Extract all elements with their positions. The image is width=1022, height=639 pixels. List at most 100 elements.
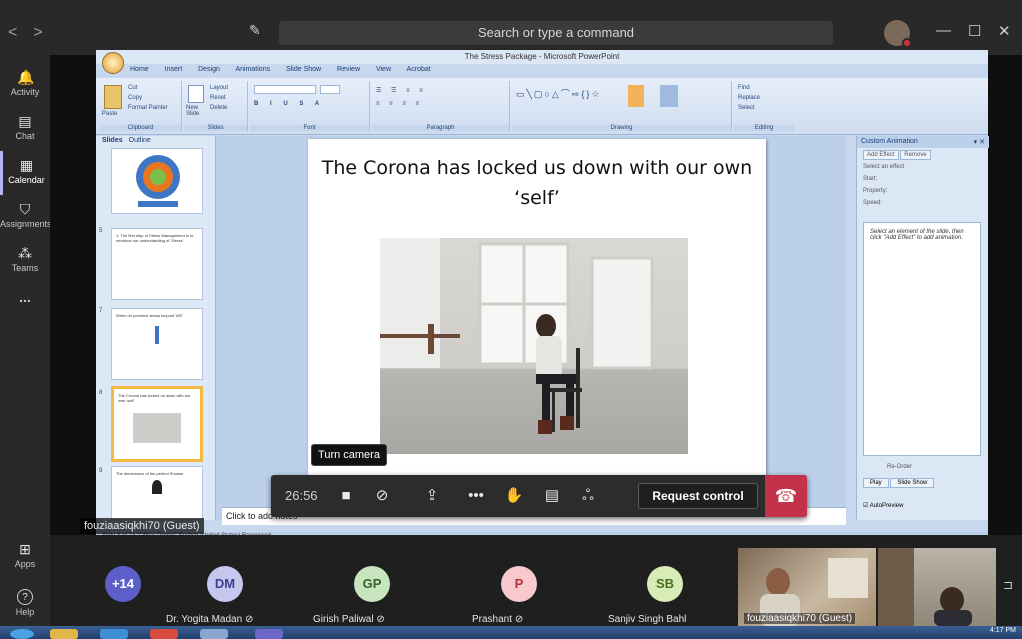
close-pane-icon[interactable]: ▾ ✕ [974, 138, 985, 146]
property-label: Property: [863, 188, 888, 194]
align-icons[interactable]: ≡ ≡ ≡ ≡ [376, 101, 423, 107]
rail-label: Assignments [0, 219, 52, 229]
tab-slides[interactable]: Slides [102, 137, 123, 144]
participant-avatar[interactable]: P [501, 566, 537, 602]
app-taskbar-icon[interactable] [200, 629, 228, 639]
slide-number: 7 [99, 308, 103, 314]
tab-outline[interactable]: Outline [129, 137, 151, 144]
chat-icon[interactable]: ▤ [541, 485, 563, 507]
explorer-taskbar-icon[interactable] [50, 629, 78, 639]
back-button[interactable]: < [8, 24, 33, 41]
tab-review[interactable]: Review [337, 66, 360, 73]
close-button[interactable]: ✕ [998, 22, 1011, 40]
maximize-button[interactable]: ☐ [968, 22, 981, 40]
format-painter-button[interactable]: Format Painter [128, 105, 168, 111]
slide-title[interactable]: The Corona has locked us down with our o… [318, 153, 756, 213]
hang-up-button[interactable]: ☎ [765, 475, 807, 517]
quick-styles-icon[interactable] [660, 85, 678, 107]
participant-avatar[interactable]: SB [647, 566, 683, 602]
rail-item-calendar[interactable]: ▦ Calendar [0, 151, 50, 195]
rail-item-activity[interactable]: 🔔 Activity [0, 63, 50, 107]
autopreview-checkbox[interactable]: ☑ AutoPreview [863, 502, 903, 509]
chrome-taskbar-icon[interactable] [150, 629, 178, 639]
slide-thumbnail[interactable]: 1. The first step of Stress Management i… [111, 228, 203, 300]
reorder-control[interactable]: Re-Order [887, 464, 912, 470]
tab-insert[interactable]: Insert [165, 66, 183, 73]
slides-pane-tabs: Slides Outline [102, 137, 151, 144]
paste-icon[interactable] [104, 85, 122, 109]
shapes-gallery[interactable]: ▭╲▢○△⌒⇨{}☆ [516, 87, 601, 100]
thumbnail-text: The Corona has locked us down with our o… [118, 393, 191, 403]
rail-item-help[interactable]: ? Help [0, 583, 50, 627]
new-slide-icon[interactable] [188, 85, 204, 103]
ie-taskbar-icon[interactable] [100, 629, 128, 639]
start-button-icon[interactable] [10, 629, 34, 639]
forward-button[interactable]: > [33, 24, 58, 41]
paragraph-icons[interactable]: ☰ ☰ ≡ ≡ [376, 87, 427, 94]
minimize-button[interactable]: — [936, 22, 951, 39]
remove-effect-button[interactable]: Remove [900, 150, 931, 160]
tab-view[interactable]: View [376, 66, 391, 73]
participant-name: Dr. Yogita Madan ⊘ [166, 614, 254, 625]
delete-button[interactable]: Delete [210, 105, 227, 111]
cut-button[interactable]: Cut [128, 85, 137, 91]
layout-button[interactable]: Layout [210, 85, 228, 91]
font-format-icons[interactable]: B I U S A [254, 101, 324, 107]
slide-thumbnail[interactable]: The dimensions of the perfect Shower [111, 466, 203, 520]
add-effect-button[interactable]: Add Effect [863, 150, 899, 160]
rail-item-apps[interactable]: ⊞ Apps [0, 535, 50, 579]
more-apps-button[interactable]: ... [0, 289, 50, 333]
slide-show-button[interactable]: Slide Show [890, 478, 935, 488]
font-name-box[interactable] [254, 85, 316, 94]
screen-share-side-icon[interactable]: ⊐ [1003, 578, 1013, 592]
select-button[interactable]: Select [738, 105, 755, 111]
slides-pane: Slides Outline 5 1. The first step of Str… [96, 136, 216, 520]
search-input[interactable]: Search or type a command [279, 21, 833, 45]
rail-item-assignments[interactable]: ⛉ Assignments [0, 195, 52, 239]
replace-button[interactable]: Replace [738, 95, 760, 101]
participant-video-tile[interactable] [878, 548, 996, 626]
presenter-name-tag: fouziaasiqkhi70 (Guest) [80, 518, 204, 534]
copy-button[interactable]: Copy [128, 95, 142, 101]
rail-item-teams[interactable]: ⁂ Teams [0, 239, 50, 283]
participant-avatar[interactable]: GP [354, 566, 390, 602]
user-avatar[interactable] [884, 20, 912, 48]
mic-muted-icon: ⊘ [514, 614, 524, 625]
status-dot-icon [902, 38, 912, 48]
teams-taskbar-icon[interactable] [255, 629, 283, 639]
slide-thumbnail[interactable] [111, 148, 203, 214]
slide-thumbnail-selected[interactable]: The Corona has locked us down with our o… [111, 386, 203, 462]
mic-muted-icon[interactable]: ⊘ [371, 485, 393, 507]
raise-hand-icon[interactable]: ✋ [503, 485, 525, 507]
find-button[interactable]: Find [738, 85, 750, 91]
rail-item-chat[interactable]: ▤ Chat [0, 107, 50, 151]
slide-thumbnail[interactable]: When do perceive stress beyond 'ME' [111, 308, 203, 380]
font-size-box[interactable] [320, 85, 340, 94]
new-slide-button[interactable]: New Slide [186, 105, 210, 117]
tab-acrobat[interactable]: Acrobat [407, 66, 431, 73]
request-control-button[interactable]: Request control [638, 483, 758, 509]
tab-home[interactable]: Home [130, 66, 149, 73]
arrange-icon[interactable] [628, 85, 644, 107]
paste-button[interactable]: Paste [102, 111, 117, 117]
compose-icon[interactable]: ✎ [249, 22, 267, 38]
tab-design[interactable]: Design [198, 66, 220, 73]
share-screen-icon[interactable]: ⇪ [421, 485, 443, 507]
group-label: Font [250, 125, 369, 131]
office-button-icon[interactable] [102, 52, 124, 74]
tab-slide-show[interactable]: Slide Show [286, 66, 321, 73]
participant-video-tile[interactable]: fouziaasiqkhi70 (Guest) [738, 548, 876, 626]
participant-avatar[interactable]: DM [207, 566, 243, 602]
nav-arrows[interactable]: <> [8, 24, 59, 42]
participants-icon[interactable]: ஃ [577, 485, 599, 507]
tab-animations[interactable]: Animations [235, 66, 270, 73]
play-button[interactable]: Play [863, 478, 889, 488]
thumbnail-text: The dimensions of the perfect Shower [116, 471, 184, 476]
camera-off-icon[interactable]: ■ [335, 485, 357, 507]
reset-button[interactable]: Reset [210, 95, 226, 101]
overflow-participants-button[interactable]: +14 [105, 566, 141, 602]
slide-photo[interactable] [380, 238, 688, 454]
apps-icon: ⊞ [19, 541, 31, 557]
more-actions-icon[interactable]: ••• [465, 485, 487, 507]
animation-list[interactable]: Select an element of the slide, then cli… [863, 222, 981, 456]
